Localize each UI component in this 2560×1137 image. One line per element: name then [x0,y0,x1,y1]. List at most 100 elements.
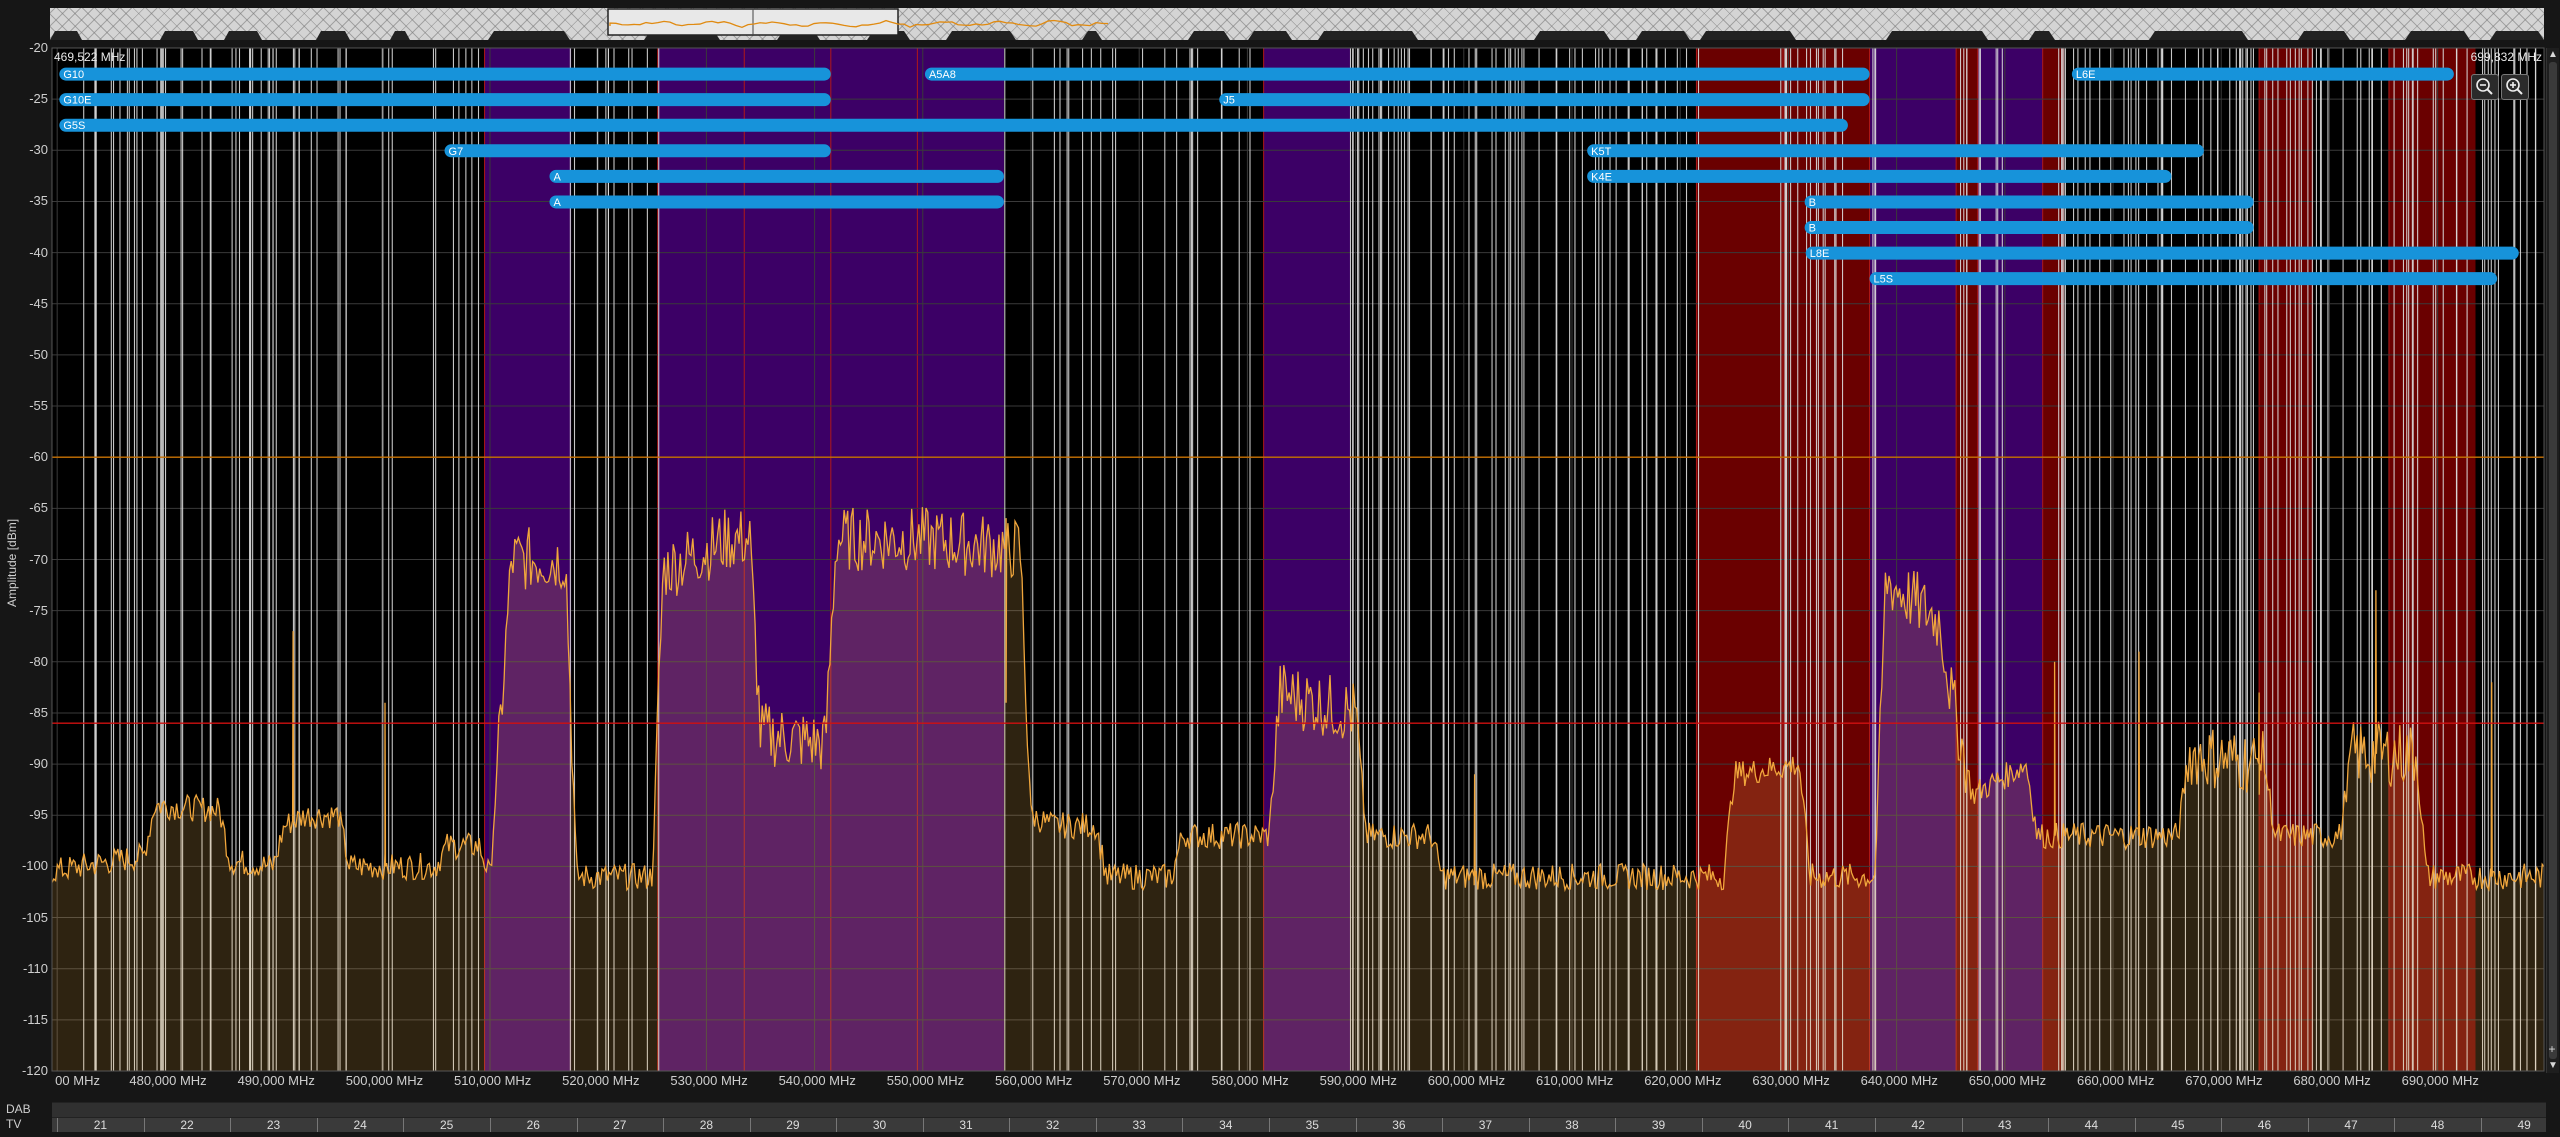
frequency-bar[interactable]: K5T [1587,144,2204,158]
tv-channel-label[interactable]: 25 [440,1118,453,1132]
frequency-bar-shape [1587,169,2172,183]
frequency-bar[interactable]: L8E [1805,246,2519,261]
frequency-bar-label: B [1809,223,1816,235]
frequency-bar[interactable]: A [549,169,1004,184]
frequency-bar-label: J5 [1223,95,1235,107]
zoom-in-button[interactable] [2501,74,2529,100]
tv-channel-label[interactable]: 43 [1998,1118,2011,1132]
frequency-bar-label: K5T [1591,146,1611,158]
frequency-bar[interactable]: K4E [1587,169,2172,184]
frequency-bar[interactable]: L6E [2071,67,2454,82]
tv-channel-separator [57,1118,59,1132]
spectrum-plot[interactable]: G10 A5A8 L6E G10E J5 G5S G7 K5T A K4E A B B L8E L5S [0,0,2560,1137]
x-tick-label: 690,000 MHz [2401,1073,2479,1088]
frequency-bar-label: G7 [449,146,464,158]
frequency-bar-shape [2071,67,2454,81]
tv-band-label: TV [6,1117,22,1131]
tv-channel-label[interactable]: 21 [94,1118,107,1132]
y-tick-label: -40 [29,244,48,260]
x-tick-label: 610,000 MHz [1535,1073,1614,1088]
x-tick-label: 680,000 MHz [2293,1073,2371,1088]
tv-channel-label[interactable]: 49 [2517,1118,2530,1132]
tv-channel-label[interactable]: 28 [700,1118,713,1132]
zoom-out-icon [2476,78,2493,95]
tv-channel-label[interactable]: 42 [1912,1118,1925,1132]
x-tick-label: 630,000 MHz [1752,1073,1830,1088]
tv-channel-label[interactable]: 34 [1219,1118,1232,1132]
frequency-bar-shape [1869,272,2498,286]
tv-channel-label[interactable]: 31 [959,1118,972,1132]
tv-channel-separator [1528,1118,1530,1132]
frequency-bar[interactable]: G10E [59,93,831,107]
tv-channel-separator [1874,1118,1876,1132]
tv-channel-label[interactable]: 26 [527,1118,540,1132]
tv-channel-label[interactable]: 35 [1306,1118,1319,1132]
y-tick-label: -120 [21,1063,48,1078]
frequency-bar-label: A5A8 [929,69,956,81]
frequency-bar-label: G5S [63,120,85,132]
tv-channel-label[interactable]: 24 [353,1118,366,1132]
frequency-bar[interactable]: A [549,195,1004,209]
tv-channel-label[interactable]: 39 [1652,1118,1665,1132]
y-tick-label: -80 [29,653,48,669]
tv-channel-label[interactable]: 41 [1825,1118,1838,1132]
frequency-bar-shape [1804,221,2254,235]
tv-channel-label[interactable]: 22 [180,1118,193,1132]
tv-channel-label[interactable]: 46 [2258,1118,2271,1132]
tv-channel-separator [1095,1118,1097,1132]
frequency-bar[interactable]: B [1804,221,2254,235]
frequency-bar-shape [1804,195,2254,209]
tv-channel-label[interactable]: 29 [786,1118,799,1132]
scroll-down-arrow[interactable]: ▼ [2547,1059,2559,1073]
tv-channel-separator [1009,1118,1011,1132]
y-tick-label: -25 [29,91,48,107]
tv-channel-separator [489,1118,491,1132]
tv-channel-label[interactable]: 38 [1565,1118,1578,1132]
tv-channel-label[interactable]: 36 [1392,1118,1405,1132]
tv-channel-separator [1961,1118,1963,1132]
frequency-bar[interactable]: L5S [1869,272,2498,286]
tv-channel-label[interactable]: 27 [613,1118,626,1132]
frequency-bar[interactable]: G5S [59,118,1848,133]
scroll-up-arrow[interactable]: ▲ [2547,48,2559,62]
frequency-bar[interactable]: B [1804,195,2254,209]
frequency-bar[interactable]: G10 [59,67,831,82]
frequency-bar[interactable]: J5 [1219,93,1870,107]
x-tick-label: 550,000 MHz [886,1073,965,1088]
tv-channel-label[interactable]: 32 [1046,1118,1059,1132]
x-tick-label: 590,000 MHz [1319,1073,1397,1088]
frequency-bar[interactable]: G7 [444,144,831,158]
tv-channel-label[interactable]: 44 [2085,1118,2098,1132]
frequency-bar-shape [1219,93,1870,107]
tv-channel-label[interactable]: 33 [1133,1118,1146,1132]
scroll-thumb[interactable] [2549,62,2557,1059]
tv-channel-label[interactable]: 23 [267,1118,280,1132]
tv-channel-separator [1701,1118,1703,1132]
zoom-out-button[interactable] [2471,74,2499,100]
dab-band-label: DAB [6,1102,31,1116]
frequency-bar-shape [59,93,831,107]
scroll-add-button[interactable]: + [2546,1042,2558,1056]
tv-band-row[interactable]: 21 22 23 24 25 26 27 28 29 30 31 32 33 34 35 36 37 38 39 40… [52,1117,2546,1132]
tv-channel-label[interactable]: 30 [873,1118,886,1132]
tv-channel-separator [2221,1118,2223,1132]
tv-channel-separator [1182,1118,1184,1132]
x-tick-label: 490,000 MHz [237,1073,315,1088]
tv-channel-label[interactable]: 47 [2344,1118,2357,1132]
tv-channel-label[interactable]: 40 [1738,1118,1751,1132]
x-tick-label: 640,000 MHz [1860,1073,1938,1088]
tv-channel-label[interactable]: 45 [2171,1118,2184,1132]
frequency-bar[interactable]: A5A8 [924,67,1870,82]
tv-channel-separator [230,1118,232,1132]
frequency-bar-shape [1805,246,2519,260]
tv-channel-label[interactable]: 37 [1479,1118,1492,1132]
x-tick-label: 520,000 MHz [562,1073,640,1088]
y-tick-label: -110 [22,960,48,976]
frequency-bar-label: G10 [63,69,84,81]
vertical-scrollbar[interactable]: ▲ ▼ [2546,48,2559,1073]
y-tick-label: -100 [21,858,48,874]
x-tick-label: 650,000 MHz [1968,1073,2047,1088]
frequency-bar-label: L8E [1810,248,1830,260]
dab-band-row[interactable] [52,1102,2546,1117]
tv-channel-label[interactable]: 48 [2431,1118,2444,1132]
